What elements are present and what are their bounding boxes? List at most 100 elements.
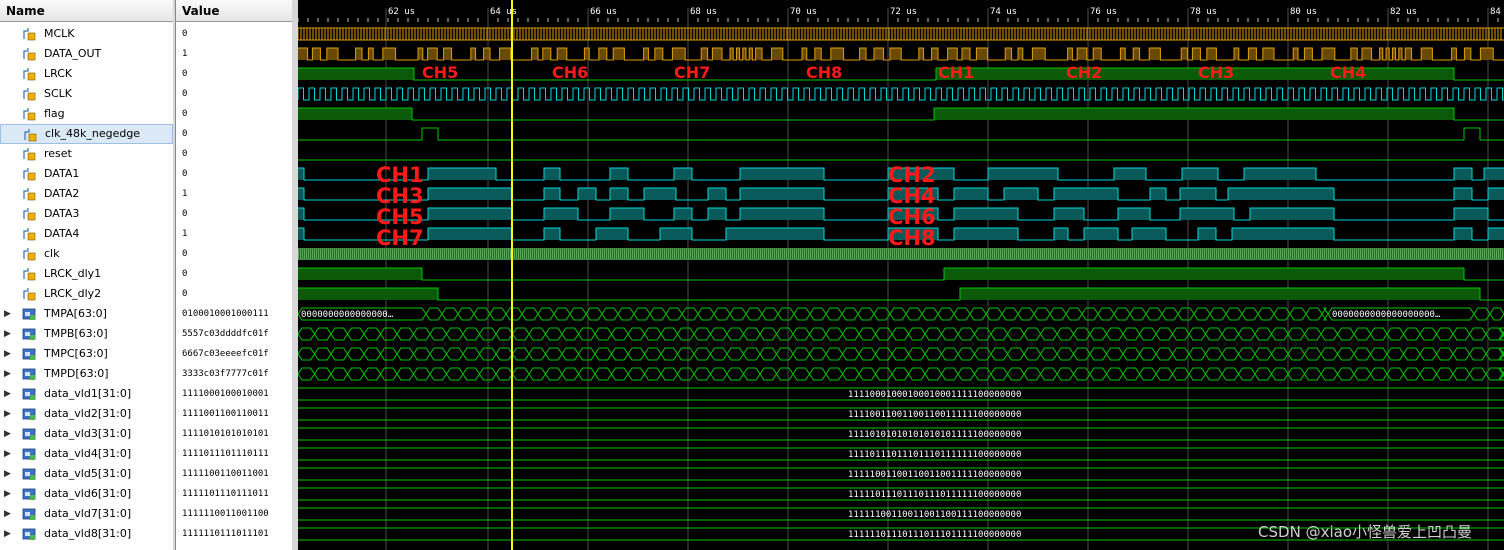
high-fill: [726, 228, 824, 240]
signal-value: 0: [182, 249, 188, 259]
high-fill: [802, 48, 807, 60]
expand-icon[interactable]: ▶: [4, 424, 14, 444]
expand-icon[interactable]: ▶: [4, 364, 14, 384]
bus-segment: [697, 307, 715, 321]
signal-name: DATA2: [44, 187, 80, 200]
expand-icon[interactable]: ▶: [4, 524, 14, 544]
vld-value: 11111001100110011001111100000000: [848, 470, 1021, 480]
signal-row[interactable]: ▶ TMPC[63:0]: [0, 344, 173, 364]
bus-segment: [907, 327, 926, 341]
bus-segment: [1320, 347, 1339, 361]
expand-icon[interactable]: ▶: [4, 344, 14, 364]
timeline-tick-label: 68 us: [690, 7, 717, 17]
bus-segment: [825, 367, 844, 381]
waveform-canvas[interactable]: 62 us 64 us 66 us 68 us 70 us 72 us 74 us 76 us…: [298, 0, 1504, 550]
high-fill: [368, 48, 374, 60]
signal-row[interactable]: ▶ data_vld8[31:0]: [0, 524, 173, 544]
signal-row[interactable]: DATA1: [0, 164, 173, 184]
bus-segment: [346, 347, 365, 361]
signal-row[interactable]: LRCK_dly2: [0, 284, 173, 304]
bus-icon: [22, 528, 36, 540]
bus-segment: [1105, 327, 1124, 341]
bus-segment: [777, 307, 795, 321]
signal-row[interactable]: ▶ data_vld3[31:0]: [0, 424, 173, 444]
signal-row[interactable]: ▶ data_vld2[31:0]: [0, 404, 173, 424]
signal-name: TMPC[63:0]: [44, 347, 108, 360]
expand-icon[interactable]: ▶: [4, 464, 14, 484]
signal-row[interactable]: clk_48k_negedge: [0, 124, 173, 144]
expand-icon[interactable]: ▶: [4, 504, 14, 524]
expand-icon[interactable]: ▶: [4, 484, 14, 504]
channel-label: CH4: [1330, 63, 1366, 82]
bus-segment: [775, 367, 794, 381]
signal-row[interactable]: DATA2: [0, 184, 173, 204]
bus-segment: [1033, 307, 1051, 321]
high-fill: [934, 108, 1454, 120]
bus-segment: [1056, 327, 1075, 341]
bus-segment: [627, 367, 646, 381]
high-fill: [814, 48, 822, 60]
bus-segment: [1303, 367, 1322, 381]
signal-row[interactable]: flag: [0, 104, 173, 124]
signal-row[interactable]: LRCK: [0, 64, 173, 84]
signal-row[interactable]: ▶ data_vld6[31:0]: [0, 484, 173, 504]
name-column-header[interactable]: Name: [0, 0, 173, 22]
high-fill: [598, 48, 607, 60]
high-fill: [1451, 48, 1457, 60]
value-column-header[interactable]: Value: [176, 0, 292, 22]
signal-row[interactable]: ▶ TMPA[63:0]: [0, 304, 173, 324]
high-fill: [1182, 168, 1218, 180]
high-fill: [326, 48, 338, 60]
signal-row[interactable]: ▶ TMPD[63:0]: [0, 364, 173, 384]
bus-segment: [462, 367, 481, 381]
bus-segment: [363, 367, 382, 381]
bus-segment: [313, 347, 332, 361]
bus-segment: [610, 367, 629, 381]
high-fill: [382, 48, 396, 60]
high-fill: [947, 48, 958, 60]
bus-segment: [363, 327, 382, 341]
bus-segment: [665, 307, 683, 321]
signal-row[interactable]: ▶ data_vld1[31:0]: [0, 384, 173, 404]
bus-segment: [1402, 327, 1421, 341]
bus-segment: [729, 307, 747, 321]
tmpa-value-left: 0000000000000000…: [301, 310, 394, 320]
expand-icon[interactable]: ▶: [4, 404, 14, 424]
high-fill: [1005, 48, 1012, 60]
bus-segment: [1303, 327, 1322, 341]
signal-row[interactable]: LRCK_dly1: [0, 264, 173, 284]
high-fill: [660, 228, 692, 240]
signal-name: DATA3: [44, 207, 80, 220]
signal-row[interactable]: ▶ data_vld7[31:0]: [0, 504, 173, 524]
bus-segment: [1056, 347, 1075, 361]
signal-row[interactable]: clk: [0, 244, 173, 264]
signal-row[interactable]: ▶ TMPB[63:0]: [0, 324, 173, 344]
signal-row[interactable]: SCLK: [0, 84, 173, 104]
bus-segment: [1097, 307, 1115, 321]
high-fill: [544, 228, 560, 240]
signal-row[interactable]: DATA_OUT: [0, 44, 173, 64]
expand-icon[interactable]: ▶: [4, 444, 14, 464]
signal-row[interactable]: MCLK: [0, 24, 173, 44]
bus-segment: [1089, 347, 1108, 361]
signal-row[interactable]: ▶ data_vld4[31:0]: [0, 444, 173, 464]
signal-row[interactable]: DATA4: [0, 224, 173, 244]
expand-icon[interactable]: ▶: [4, 384, 14, 404]
bus-icon: [22, 308, 36, 320]
bus-segment: [627, 347, 646, 361]
high-fill: [298, 228, 304, 240]
high-fill: [755, 48, 762, 60]
signal-row[interactable]: reset: [0, 144, 173, 164]
bus-segment: [1105, 347, 1124, 361]
bus-segment: [1369, 367, 1388, 381]
signal-row[interactable]: DATA3: [0, 204, 173, 224]
tmpa-value-right: 0000000000000000000…: [1332, 310, 1441, 320]
bus-segment: [660, 327, 679, 341]
bus-segment: [1237, 327, 1256, 341]
bus-segment: [1023, 367, 1042, 381]
expand-icon[interactable]: ▶: [4, 304, 14, 324]
high-fill: [298, 48, 308, 60]
signal-row[interactable]: ▶ data_vld5[31:0]: [0, 464, 173, 484]
expand-icon[interactable]: ▶: [4, 324, 14, 344]
high-fill: [483, 48, 490, 60]
